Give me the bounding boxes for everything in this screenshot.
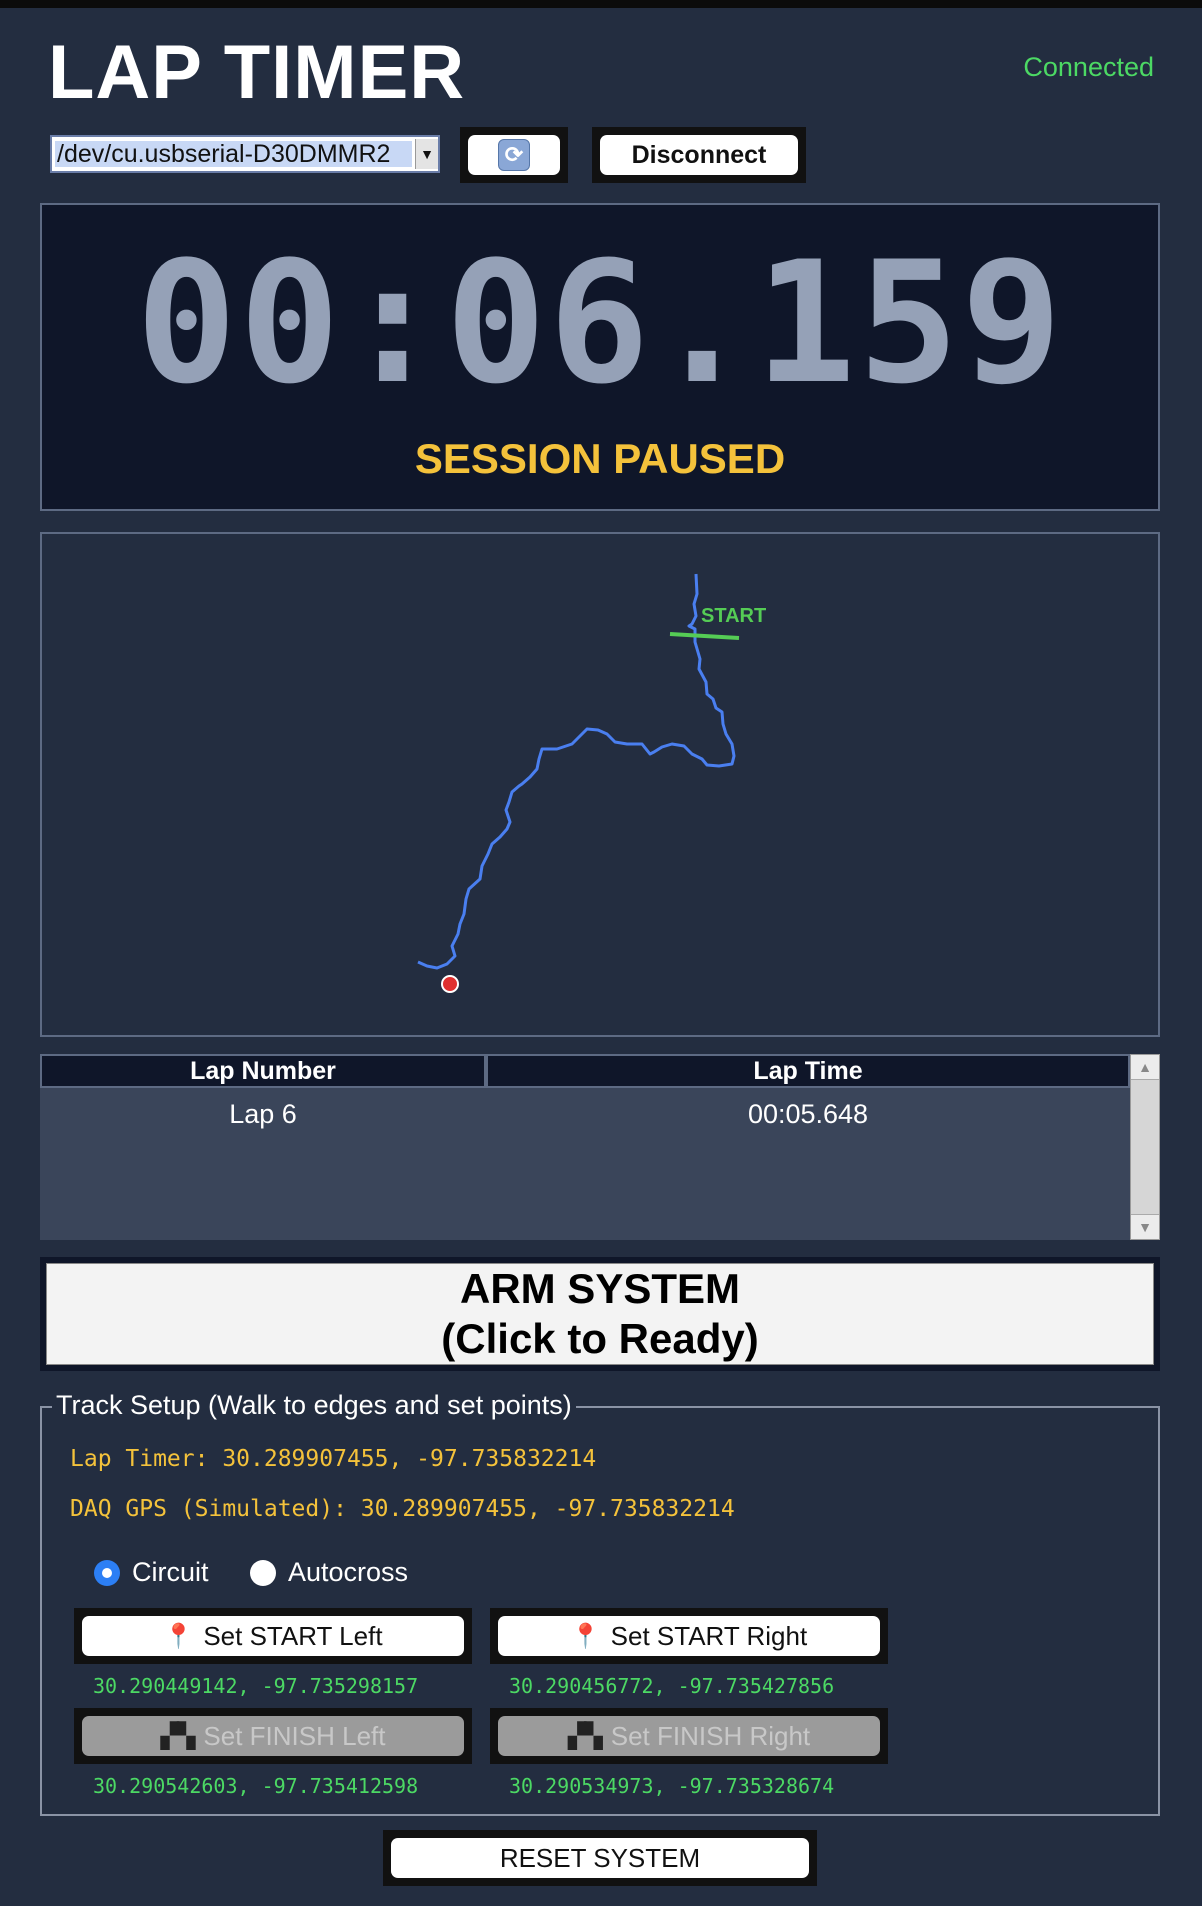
lap-table: Lap Number Lap Time Lap 6 00:05.648 <box>40 1054 1130 1240</box>
column-header-lap-number[interactable]: Lap Number <box>40 1054 486 1088</box>
daq-gps-coordinates: DAQ GPS (Simulated): 30.289907455, -97.7… <box>70 1496 735 1522</box>
pin-icon: 📍 <box>570 1622 601 1650</box>
set-finish-right-frame: ▞▚ Set FINISH Right <box>490 1708 888 1764</box>
set-finish-left-button[interactable]: ▞▚ Set FINISH Left <box>82 1716 464 1756</box>
mode-radio-autocross[interactable]: Autocross <box>250 1557 408 1588</box>
start-right-coordinates: 30.290456772, -97.735427856 <box>509 1674 835 1698</box>
refresh-ports-button[interactable]: ⟳ <box>468 135 560 175</box>
finish-right-coordinates: 30.290534973, -97.735328674 <box>509 1774 835 1798</box>
arm-button-frame: ARM SYSTEM (Click to Ready) <box>40 1257 1160 1371</box>
timer-panel: 00:06.159 SESSION PAUSED <box>40 203 1160 511</box>
scroll-up-icon[interactable]: ▲ <box>1131 1055 1159 1080</box>
connection-status: Connected <box>1023 52 1154 82</box>
set-start-right-button[interactable]: 📍 Set START Right <box>498 1616 880 1656</box>
reset-system-button[interactable]: RESET SYSTEM <box>391 1838 809 1878</box>
table-row[interactable]: Lap 6 00:05.648 <box>40 1094 1130 1134</box>
lap-number-cell: Lap 6 <box>229 1099 297 1129</box>
lap-time-cell: 00:05.648 <box>747 1099 869 1129</box>
session-status: SESSION PAUSED <box>414 435 786 482</box>
track-setup-legend: Track Setup (Walk to edges and set point… <box>52 1390 576 1421</box>
start-line-label: START <box>701 605 766 627</box>
refresh-icon: ⟳ <box>498 139 530 171</box>
scroll-down-icon[interactable]: ▼ <box>1131 1214 1159 1239</box>
arm-button-title: ARM SYSTEM <box>459 1265 740 1312</box>
arm-button-subtitle: (Click to Ready) <box>441 1315 759 1362</box>
lap-table-scrollbar[interactable]: ▲ ▼ <box>1130 1054 1160 1240</box>
start-line <box>669 632 740 640</box>
mode-label-circuit: Circuit <box>132 1557 209 1587</box>
pin-icon: 📍 <box>163 1622 194 1650</box>
radio-unselected-icon[interactable] <box>250 1559 276 1586</box>
arm-system-button[interactable]: ARM SYSTEM (Click to Ready) <box>46 1263 1154 1365</box>
mode-label-autocross: Autocross <box>288 1557 409 1587</box>
track-map: START <box>40 532 1160 1037</box>
disconnect-button-frame: Disconnect <box>592 127 806 183</box>
set-finish-left-frame: ▞▚ Set FINISH Left <box>74 1708 472 1764</box>
set-start-right-frame: 📍 Set START Right <box>490 1608 888 1664</box>
finish-left-coordinates: 30.290542603, -97.735412598 <box>93 1774 419 1798</box>
reset-button-frame: RESET SYSTEM <box>383 1830 817 1886</box>
set-start-right-label: Set START Right <box>610 1620 808 1651</box>
refresh-button-frame: ⟳ <box>460 127 568 183</box>
radio-selected-icon[interactable] <box>94 1559 120 1586</box>
set-start-left-frame: 📍 Set START Left <box>74 1608 472 1664</box>
app-title: LAP TIMER <box>48 30 466 115</box>
mode-radio-circuit[interactable]: Circuit <box>94 1557 209 1588</box>
set-finish-left-label: Set FINISH Left <box>203 1720 386 1751</box>
serial-port-select[interactable]: /dev/cu.usbserial-D30DMMR2 ▼ <box>50 135 440 173</box>
set-finish-right-label: Set FINISH Right <box>610 1720 811 1751</box>
timer-display: 00:06.159 <box>135 225 1065 421</box>
lap-timer-coordinates: Lap Timer: 30.289907455, -97.735832214 <box>70 1446 597 1472</box>
checkered-flag-icon: ▞▚ <box>567 1722 603 1750</box>
current-position-marker <box>441 975 459 993</box>
start-left-coordinates: 30.290449142, -97.735298157 <box>93 1674 419 1698</box>
set-finish-right-button[interactable]: ▞▚ Set FINISH Right <box>498 1716 880 1756</box>
chevron-down-icon[interactable]: ▼ <box>415 139 438 169</box>
serial-port-value: /dev/cu.usbserial-D30DMMR2 <box>55 141 412 167</box>
lap-table-header: Lap Number Lap Time <box>40 1054 1130 1088</box>
window-top-bar <box>0 0 1202 8</box>
track-map-canvas: START <box>417 573 766 993</box>
set-start-left-button[interactable]: 📍 Set START Left <box>82 1616 464 1656</box>
column-header-lap-time[interactable]: Lap Time <box>486 1054 1130 1088</box>
disconnect-button[interactable]: Disconnect <box>600 135 798 175</box>
checkered-flag-icon: ▞▚ <box>160 1722 196 1750</box>
set-start-left-label: Set START Left <box>203 1620 383 1651</box>
